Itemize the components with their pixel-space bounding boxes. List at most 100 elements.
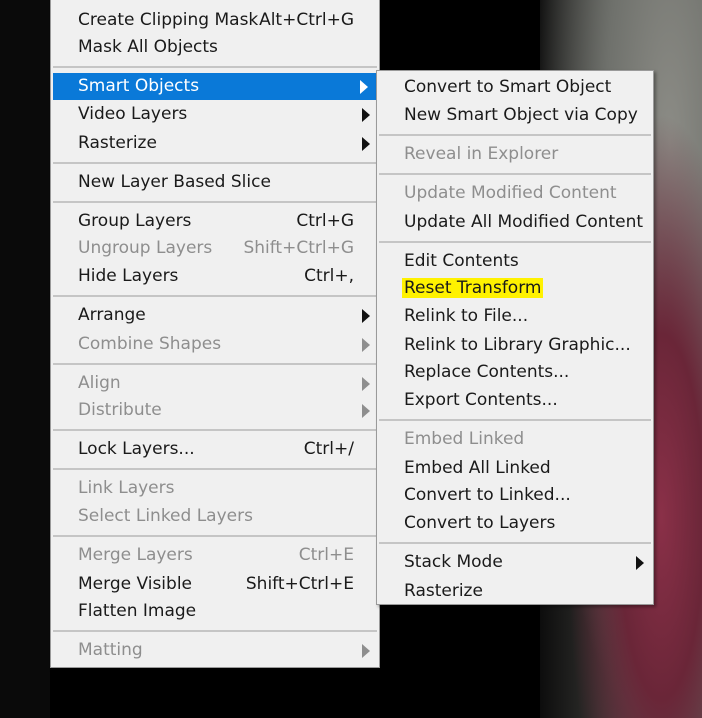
menu-item-video-layers[interactable]: Video Layers — [51, 101, 379, 128]
submenu-arrow-icon — [362, 309, 370, 323]
menu-item-label: Embed Linked — [404, 429, 525, 449]
menu-separator — [379, 173, 651, 175]
menu-item-label: Convert to Layers — [404, 513, 556, 533]
menu-item-label: Matting — [78, 640, 143, 660]
menu-item-shortcut: Ctrl+/ — [303, 439, 354, 459]
menu-item-align[interactable]: Align — [51, 370, 379, 397]
menu-item-label: Align — [78, 373, 121, 393]
menu-item-flatten-image[interactable]: Flatten Image — [51, 598, 379, 625]
menu-item-matting[interactable]: Matting — [51, 637, 379, 664]
menu-item-label: Ungroup Layers — [78, 238, 213, 258]
menu-item-label: Replace Contents... — [404, 362, 570, 382]
menu-item-shortcut: Ctrl+G — [296, 211, 354, 231]
smart-objects-submenu: Convert to Smart Object New Smart Object… — [376, 70, 654, 605]
menu-item-label: Select Linked Layers — [78, 506, 253, 526]
menu-item-mask-all-objects[interactable]: Mask All Objects — [51, 34, 379, 61]
menu-item-label: Lock Layers... — [78, 439, 195, 459]
menu-item-distribute[interactable]: Distribute — [51, 397, 379, 424]
menu-separator — [53, 429, 377, 431]
menu-separator — [53, 162, 377, 164]
menu-item-create-clipping-mask[interactable]: Create Clipping Mask Alt+Ctrl+G — [51, 7, 379, 34]
submenu-arrow-icon — [360, 80, 368, 94]
menu-item-arrange[interactable]: Arrange — [51, 302, 379, 329]
submenu-item-convert-to-linked[interactable]: Convert to Linked... — [377, 482, 653, 509]
menu-item-label: Merge Visible — [78, 574, 193, 594]
menu-item-label: Hide Layers — [78, 266, 179, 286]
submenu-arrow-icon — [362, 338, 370, 352]
menu-item-merge-visible[interactable]: Merge Visible Shift+Ctrl+E — [51, 571, 379, 598]
submenu-item-rasterize[interactable]: Rasterize — [377, 578, 653, 605]
menu-item-label: Combine Shapes — [78, 334, 222, 354]
menu-item-label: Export Contents... — [404, 390, 558, 410]
submenu-item-reveal-in-explorer[interactable]: Reveal in Explorer — [377, 141, 653, 168]
menu-item-label: Relink to File... — [404, 306, 529, 326]
submenu-item-embed-all-linked[interactable]: Embed All Linked — [377, 455, 653, 482]
submenu-arrow-icon — [362, 108, 370, 122]
menu-item-label: Arrange — [78, 305, 146, 325]
menu-item-label: Link Layers — [78, 478, 175, 498]
menu-item-label: Video Layers — [78, 104, 188, 124]
menu-item-ungroup-layers[interactable]: Ungroup Layers Shift+Ctrl+G — [51, 235, 379, 262]
submenu-item-update-all-modified-content[interactable]: Update All Modified Content — [377, 209, 653, 236]
menu-item-label: Reveal in Explorer — [404, 144, 559, 164]
menu-separator — [379, 241, 651, 243]
menu-item-new-layer-based-slice[interactable]: New Layer Based Slice — [51, 169, 379, 196]
menu-item-smart-objects[interactable]: Smart Objects — [53, 73, 377, 100]
menu-separator — [379, 419, 651, 421]
submenu-item-edit-contents[interactable]: Edit Contents — [377, 248, 653, 275]
menu-separator — [379, 542, 651, 544]
menu-item-label: Embed All Linked — [404, 458, 551, 478]
menu-item-label: New Smart Object via Copy — [404, 105, 638, 125]
submenu-item-relink-to-file[interactable]: Relink to File... — [377, 303, 653, 330]
submenu-item-convert-to-layers[interactable]: Convert to Layers — [377, 510, 653, 537]
menu-item-label: New Layer Based Slice — [78, 172, 271, 192]
menu-item-label: Merge Layers — [78, 545, 193, 565]
menu-item-label: Flatten Image — [78, 601, 197, 621]
menu-item-label: Convert to Linked... — [404, 485, 571, 505]
canvas-background-left — [0, 0, 50, 718]
menu-item-shortcut: Shift+Ctrl+G — [243, 238, 354, 258]
submenu-item-embed-linked[interactable]: Embed Linked — [377, 426, 653, 453]
menu-item-label: Distribute — [78, 400, 162, 420]
menu-item-label-wrap: Reset Transform — [402, 275, 544, 302]
menu-item-link-layers[interactable]: Link Layers — [51, 475, 379, 502]
menu-separator — [53, 468, 377, 470]
menu-item-label: Update Modified Content — [404, 183, 617, 203]
submenu-arrow-icon — [636, 556, 644, 570]
menu-separator — [53, 66, 377, 68]
submenu-item-relink-to-library-graphic[interactable]: Relink to Library Graphic... — [377, 332, 653, 359]
submenu-item-convert-to-smart-object[interactable]: Convert to Smart Object — [377, 74, 653, 101]
menu-item-label: Convert to Smart Object — [404, 77, 612, 97]
menu-item-label: Create Clipping Mask — [78, 10, 259, 30]
submenu-item-export-contents[interactable]: Export Contents... — [377, 387, 653, 414]
menu-item-hide-layers[interactable]: Hide Layers Ctrl+, — [51, 263, 379, 290]
highlighted-label: Reset Transform — [402, 278, 544, 298]
menu-item-label: Stack Mode — [404, 552, 503, 572]
menu-item-combine-shapes[interactable]: Combine Shapes — [51, 331, 379, 358]
menu-item-shortcut: Shift+Ctrl+E — [245, 574, 354, 594]
submenu-item-stack-mode[interactable]: Stack Mode — [377, 549, 653, 576]
submenu-arrow-icon — [362, 137, 370, 151]
submenu-item-replace-contents[interactable]: Replace Contents... — [377, 359, 653, 386]
menu-item-label: Rasterize — [78, 133, 157, 153]
menu-item-label: Rasterize — [404, 581, 483, 601]
menu-item-shortcut: Alt+Ctrl+G — [259, 10, 354, 30]
submenu-item-update-modified-content[interactable]: Update Modified Content — [377, 180, 653, 207]
menu-item-group-layers[interactable]: Group Layers Ctrl+G — [51, 208, 379, 235]
submenu-item-reset-transform[interactable]: Reset Transform — [377, 275, 653, 302]
menu-separator — [53, 201, 377, 203]
submenu-item-new-smart-object-via-copy[interactable]: New Smart Object via Copy — [377, 102, 653, 129]
menu-separator — [53, 535, 377, 537]
menu-separator — [53, 295, 377, 297]
menu-item-label: Mask All Objects — [78, 37, 218, 57]
menu-item-shortcut: Ctrl+E — [298, 545, 354, 565]
menu-separator — [53, 363, 377, 365]
submenu-arrow-icon — [362, 644, 370, 658]
menu-item-select-linked-layers[interactable]: Select Linked Layers — [51, 503, 379, 530]
menu-item-shortcut: Ctrl+, — [304, 266, 354, 286]
menu-item-merge-layers[interactable]: Merge Layers Ctrl+E — [51, 542, 379, 569]
menu-item-rasterize[interactable]: Rasterize — [51, 130, 379, 157]
menu-item-lock-layers[interactable]: Lock Layers... Ctrl+/ — [51, 436, 379, 463]
submenu-arrow-icon — [362, 404, 370, 418]
layer-menu: Create Clipping Mask Alt+Ctrl+G Mask All… — [50, 0, 380, 668]
